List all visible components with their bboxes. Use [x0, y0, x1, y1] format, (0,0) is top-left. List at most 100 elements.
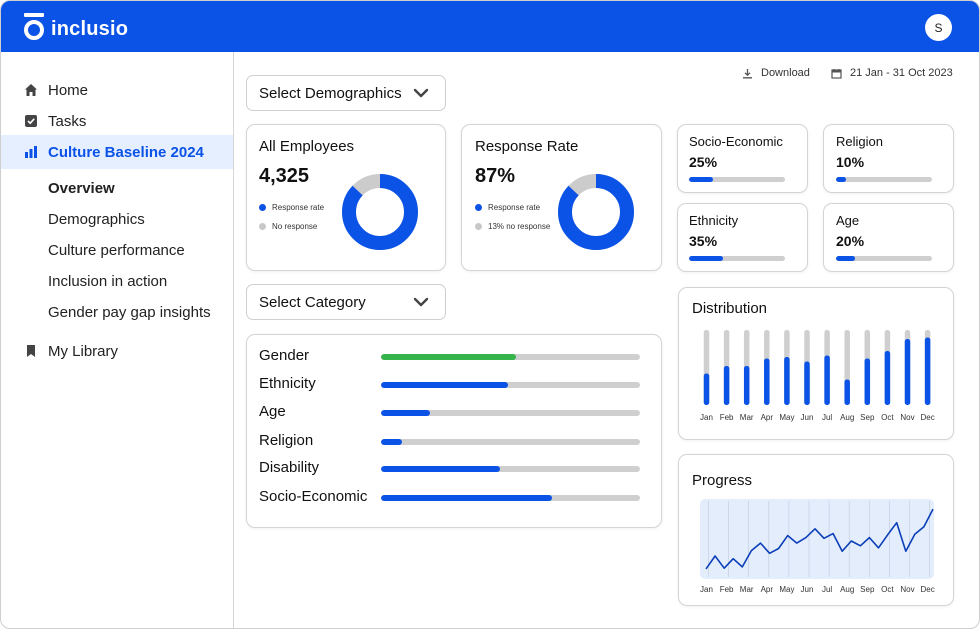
x-tick-label: Mar [740, 413, 754, 422]
x-tick-label: May [779, 585, 794, 594]
category-bar-fill [381, 495, 552, 501]
plot-area [700, 499, 934, 579]
employees-count: 4,325 [259, 165, 310, 187]
demographics-select-label: Select Demographics [259, 84, 402, 102]
x-tick-label: Dec [920, 413, 934, 422]
socio-economic-card: Socio-Economic 25% [677, 124, 808, 193]
x-tick-label: Jun [801, 413, 814, 422]
category-row-age: Age [259, 403, 651, 423]
x-tick-label: Dec [920, 585, 934, 594]
sidebar-item-culture-baseline[interactable]: Culture Baseline 2024 [1, 135, 233, 169]
x-tick-label: Jan [700, 413, 713, 422]
x-tick-label: Nov [900, 585, 914, 594]
x-tick-label: Feb [720, 585, 734, 594]
category-bar-fill [381, 382, 508, 388]
x-tick-label: Jan [700, 585, 713, 594]
sidebar-item-label: My Library [48, 342, 119, 360]
legend-response-rate: Response rate [475, 203, 540, 212]
progress-card: Progress Jan Feb Mar Apr May Jun Jul Aug Sep Oct N… [678, 454, 954, 606]
category-bar [381, 495, 640, 501]
category-row-religion: Religion [259, 432, 651, 452]
category-row-ethnicity: Ethnicity [259, 375, 651, 395]
all-employees-card: All Employees 4,325 Response rate No res… [246, 124, 446, 271]
x-tick-label: Mar [740, 585, 754, 594]
bar-jan [703, 373, 710, 405]
progress-fill [689, 177, 713, 182]
sidebar-subitem-overview[interactable]: Overview [48, 180, 115, 197]
app-window: inclusio S Home Tasks Culture Baseline 2… [0, 0, 980, 629]
x-tick-label: Sep [860, 413, 875, 422]
sidebar-subitem-culture-performance[interactable]: Culture performance [48, 242, 185, 259]
card-value: 35% [689, 233, 718, 249]
demographics-select[interactable]: Select Demographics [246, 75, 446, 111]
checkbox-icon [25, 115, 37, 127]
download-icon [743, 68, 752, 78]
sidebar-item-my-library[interactable]: My Library [1, 334, 233, 368]
calendar-icon [831, 68, 842, 79]
category-label: Disability [259, 459, 320, 476]
bookmark-icon [27, 345, 35, 357]
logo[interactable]: inclusio [23, 13, 128, 41]
ethnicity-card: Ethnicity 35% [677, 203, 808, 272]
legend-no-response: 13% no response [475, 222, 550, 231]
card-value: 10% [836, 154, 865, 170]
x-tick-label: Oct [881, 585, 894, 594]
category-label: Gender [259, 347, 310, 364]
date-range-picker[interactable]: 21 Jan - 31 Oct 2023 [831, 67, 953, 79]
logo-icon [23, 13, 45, 41]
category-bar-fill [381, 410, 431, 416]
category-label: Ethnicity [259, 375, 316, 392]
sidebar-subitem-inclusion-in-action[interactable]: Inclusion in action [48, 273, 167, 290]
download-label: Download [761, 67, 810, 79]
legend-no-response: No response [259, 222, 317, 231]
sidebar-subitem-demographics[interactable]: Demographics [48, 211, 145, 228]
x-tick-label: May [779, 413, 794, 422]
progress-fill [689, 256, 723, 261]
card-title: Religion [836, 134, 883, 149]
sidebar-item-label: Culture Baseline 2024 [48, 143, 204, 161]
sidebar-item-tasks[interactable]: Tasks [1, 104, 233, 138]
sidebar-item-home[interactable]: Home [1, 73, 233, 107]
bar-feb [723, 366, 730, 405]
sidebar: Home Tasks Culture Baseline 2024 Overvie… [1, 52, 234, 628]
card-title: Response Rate [475, 138, 579, 155]
progress-fill [836, 177, 846, 182]
home-icon [25, 84, 37, 96]
top-bar: inclusio S [1, 1, 979, 52]
card-value: 20% [836, 233, 865, 249]
card-title: All Employees [259, 138, 355, 155]
category-row-gender: Gender [259, 347, 651, 367]
download-button[interactable]: Download [742, 67, 810, 79]
x-tick-label: Apr [761, 585, 774, 594]
x-tick-label: Aug [840, 413, 854, 422]
category-row-socio-economic: Socio-Economic [259, 488, 651, 508]
category-row-disability: Disability [259, 459, 651, 479]
category-bar-fill [381, 466, 501, 472]
age-card: Age 20% [823, 203, 954, 272]
card-value: 25% [689, 154, 718, 170]
date-range-label: 21 Jan - 31 Oct 2023 [850, 67, 953, 79]
progress-bar [836, 177, 932, 182]
x-tick-label: Sep [860, 585, 875, 594]
category-bar [381, 466, 640, 472]
bar-mar [743, 366, 750, 405]
sidebar-subitem-gender-pay-gap[interactable]: Gender pay gap insights [48, 304, 211, 321]
category-bar [381, 382, 640, 388]
bar-oct [884, 351, 891, 405]
legend-response-rate: Response rate [259, 203, 324, 212]
card-title: Age [836, 213, 860, 228]
logo-text: inclusio [51, 17, 129, 40]
avatar[interactable]: S [925, 14, 952, 41]
bar-dec [924, 337, 931, 405]
religion-card: Religion 10% [823, 124, 954, 193]
category-select-label: Select Category [259, 293, 366, 311]
x-tick-label: Jun [801, 585, 814, 594]
progress-line-chart: Jan Feb Mar Apr May Jun Jul Aug Sep Oct Nov Dec [700, 499, 935, 594]
x-tick-label: Apr [761, 413, 774, 422]
category-select[interactable]: Select Category [246, 284, 446, 320]
category-bars-card: Gender Ethnicity Age Religion Disability… [246, 334, 662, 528]
category-label: Age [259, 403, 286, 420]
x-tick-label: Aug [840, 585, 854, 594]
response-rate-value: 87% [475, 165, 516, 187]
distribution-card: Distribution Jan Feb Mar Apr May Jun Jul Aug Sep… [678, 287, 954, 440]
